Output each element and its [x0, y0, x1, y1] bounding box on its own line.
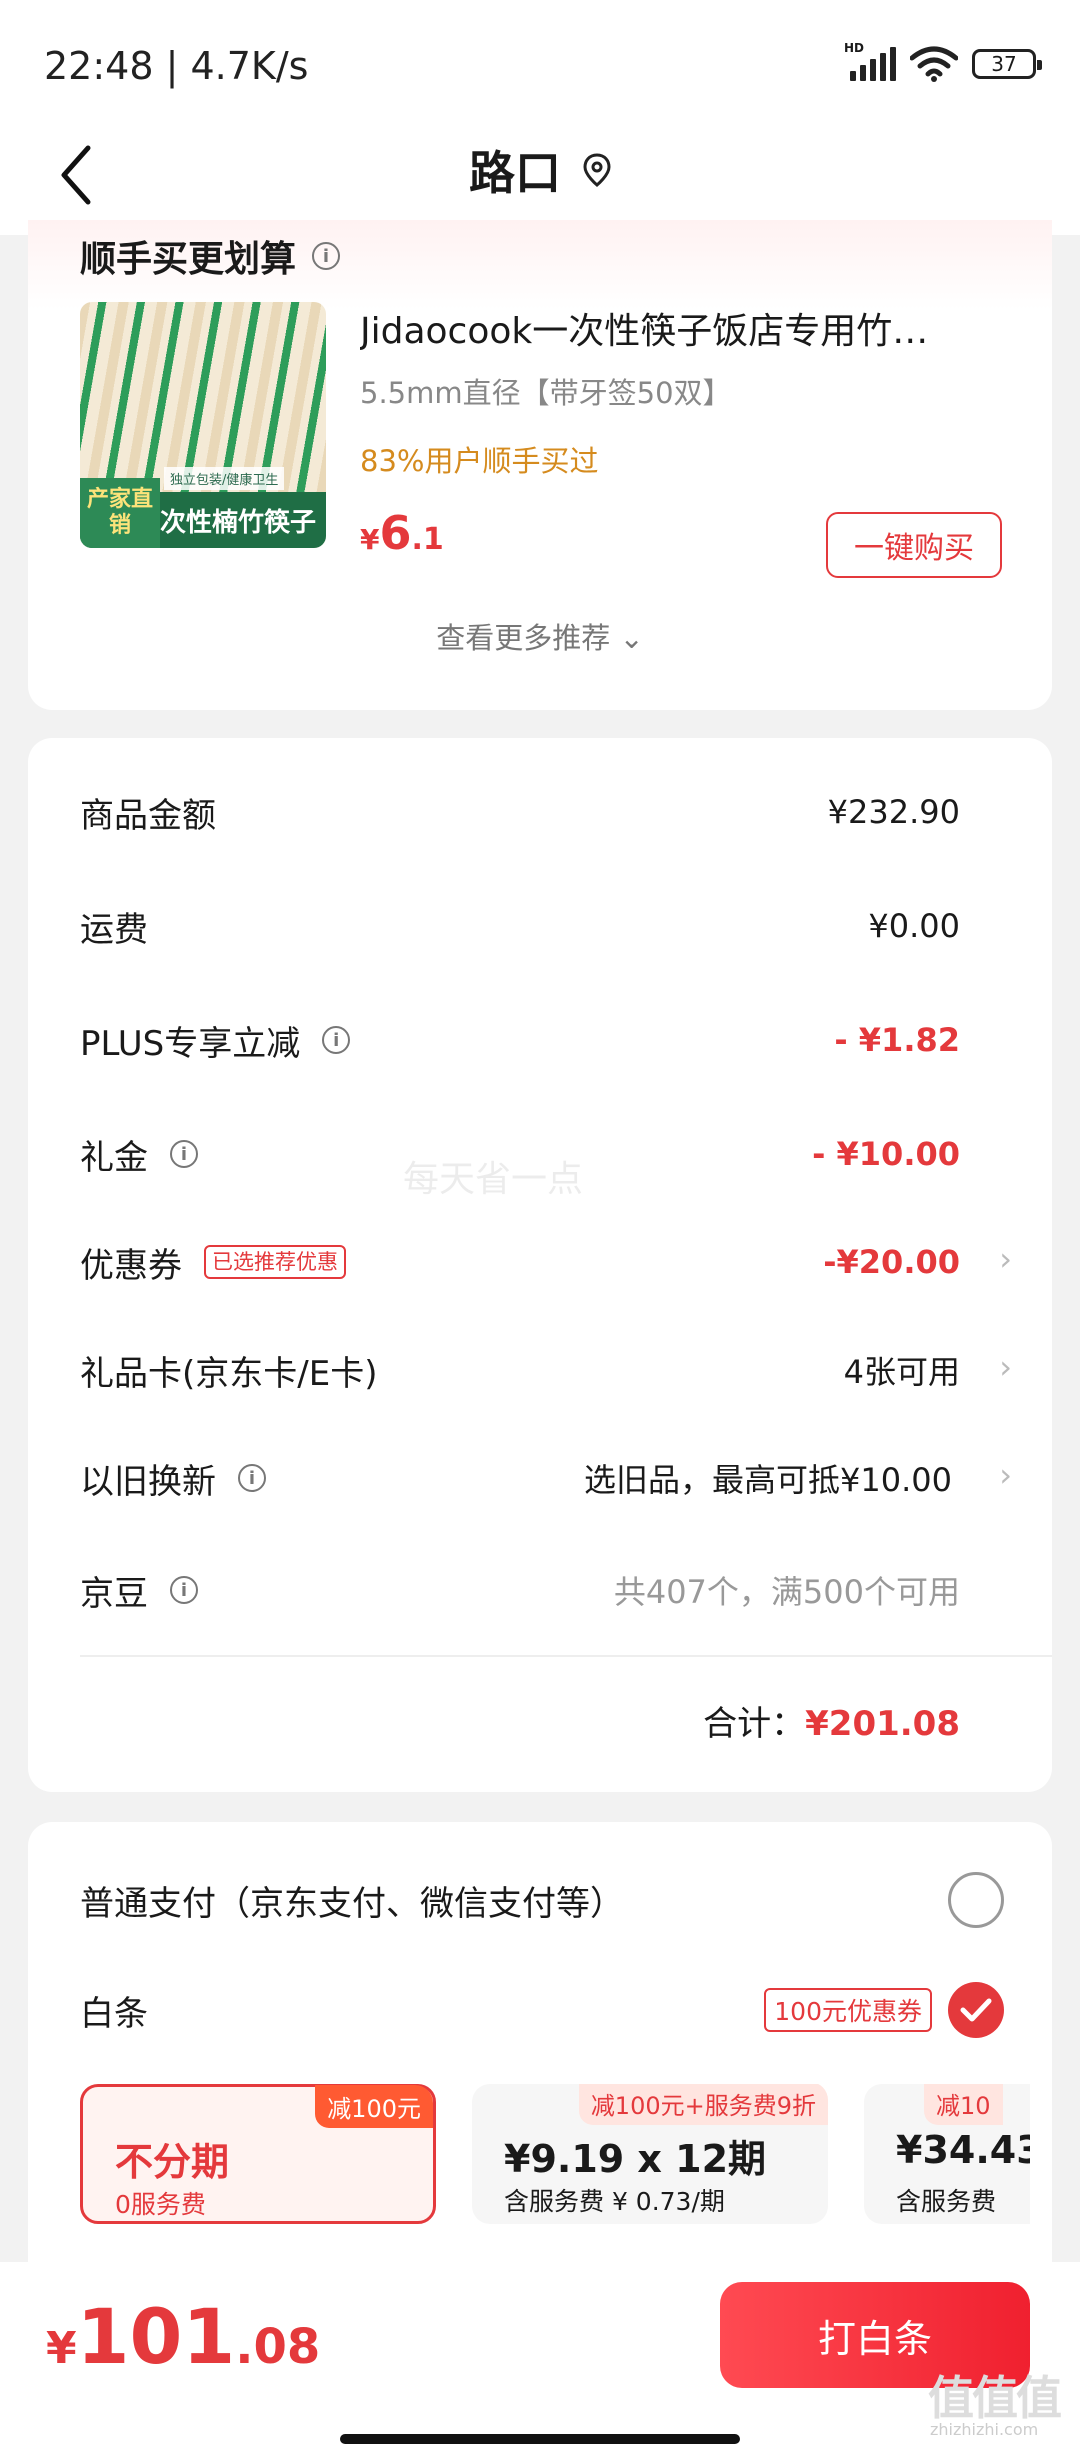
nav-title-group[interactable]: 路口 [0, 130, 1080, 210]
radio-unselected[interactable] [948, 1872, 1004, 1928]
price-decimal: .08 [235, 2319, 321, 2375]
row-label: 商品金额 [80, 795, 216, 836]
site-watermark-logo: 值值值 [928, 2371, 1062, 2425]
row-label: 优惠券 [80, 1245, 182, 1286]
row-value: 共407个，满500个可用 [613, 1573, 960, 1611]
row-value: 4张可用 [843, 1353, 960, 1391]
row-value: ¥0.00 [868, 907, 960, 945]
payment-method-card: 普通支付（京东支付、微信支付等） 白条 100元优惠券 减100元 不分期 0服… [28, 1822, 1052, 2292]
summary-row-trade-in[interactable]: 以旧换新 i 选旧品，最高可抵¥10.00 [80, 1448, 952, 1508]
row-label: 以旧换新 [80, 1461, 216, 1502]
summary-row-shipping: 运费 ¥0.00 [80, 896, 960, 956]
order-total: 合计： ¥201.08 [703, 1696, 960, 1745]
chevron-right-icon[interactable]: › [999, 1456, 1012, 1494]
recommend-heading: 顺手买更划算 i [80, 230, 341, 282]
row-value: -¥20.00 [823, 1243, 960, 1281]
battery-icon: 37 [972, 49, 1042, 79]
summary-row-plus-discount: PLUS专享立减 i - ¥1.82 [80, 1010, 960, 1070]
total-label: 合计： [703, 1704, 806, 1744]
summary-row-jd-beans: 京豆 i 共407个，满500个可用 [80, 1560, 960, 1620]
recommend-heading-text: 顺手买更划算 [80, 239, 297, 280]
total-value: ¥201.08 [805, 1704, 960, 1744]
row-value: ¥232.90 [827, 793, 960, 831]
info-icon[interactable]: i [170, 1140, 198, 1168]
plan-title: ¥34.43 [896, 2128, 1030, 2172]
status-time: 22:48 | 4.7K/s [44, 44, 309, 88]
plan-subtitle: 0服务费 [115, 2190, 206, 2219]
summary-row-goods-amount: 商品金额 ¥232.90 [80, 782, 960, 842]
checkout-price: ¥ 101 .08 [46, 2292, 320, 2381]
product-image[interactable]: 独立包装/健康卫生 一次性楠竹筷子 产家直销 [80, 302, 326, 548]
info-icon[interactable]: i [170, 1576, 198, 1604]
installment-plan-card[interactable]: 减10 ¥34.43 含服务费 [864, 2084, 1030, 2224]
product-image-subtext: 独立包装/健康卫生 [164, 467, 285, 490]
product-spec: 5.5mm直径【带牙签50双】 [360, 376, 732, 410]
row-label: 运费 [80, 909, 148, 950]
see-more-recommendations-link[interactable]: 查看更多推荐 ⌄ [28, 615, 1052, 657]
installment-plan-card[interactable]: 减100元+服务费9折 ¥9.19 x 12期 含服务费 ¥ 0.73/期 [472, 2084, 828, 2224]
home-indicator[interactable] [340, 2434, 740, 2444]
row-value: - ¥1.82 [834, 1021, 960, 1059]
chevron-right-icon[interactable]: › [999, 1240, 1012, 1278]
divider [80, 1655, 1052, 1657]
installment-plan-card[interactable]: 减100元 不分期 0服务费 [80, 2084, 436, 2224]
status-icons: HD 37 [844, 41, 1042, 82]
payment-option-label: 白条 [80, 1993, 148, 2034]
row-label: PLUS专享立减 [80, 1023, 301, 1064]
price-decimal: .1 [411, 522, 444, 557]
payment-option-normal[interactable]: 普通支付（京东支付、微信支付等） [80, 1870, 1004, 1930]
row-value: - ¥10.00 [812, 1135, 960, 1173]
cellular-signal-icon: HD [844, 41, 896, 81]
price-integer: 6 [379, 506, 412, 560]
info-icon[interactable]: i [238, 1464, 266, 1492]
summary-row-coupon[interactable]: 优惠券 已选推荐优惠 -¥20.00 [80, 1232, 960, 1292]
page-title: 路口 [469, 146, 561, 200]
price-integer: 101 [76, 2292, 236, 2381]
plan-title: ¥9.19 x 12期 [504, 2137, 767, 2181]
order-summary-card: 每天省一点 商品金额 ¥232.90 运费 ¥0.00 PLUS专享立减 i -… [28, 738, 1052, 1792]
plan-subtitle: 含服务费 ¥ 0.73/期 [504, 2187, 725, 2216]
installment-plans: 减100元 不分期 0服务费 减100元+服务费9折 ¥9.19 x 12期 含… [80, 2084, 1030, 2224]
product-name[interactable]: Jidaocook一次性筷子饭店专用竹… [360, 302, 1000, 354]
row-label: 京豆 [80, 1573, 148, 1614]
location-pin-icon [583, 153, 611, 187]
product-price: ¥ 6 .1 [360, 506, 444, 560]
plan-subtitle: 含服务费 [896, 2187, 997, 2216]
recommend-card: 顺手买更划算 i 独立包装/健康卫生 一次性楠竹筷子 产家直销 Jidaocoo… [28, 220, 1052, 710]
baitiao-coupon-tag: 100元优惠券 [764, 1988, 932, 2032]
site-watermark-url: zhizhizhi.com [930, 2420, 1039, 2439]
plan-discount-ribbon: 减100元+服务费9折 [578, 2084, 828, 2125]
payment-option-baitiao[interactable]: 白条 100元优惠券 [80, 1980, 1004, 2040]
status-bar: 22:48 | 4.7K/s HD 37 [0, 0, 1080, 130]
row-value: 选旧品，最高可抵¥10.00 [584, 1461, 952, 1499]
product-purchase-stat: 83%用户顺手买过 [360, 444, 599, 478]
plan-discount-ribbon: 减100元 [315, 2085, 433, 2128]
coupon-selected-badge: 已选推荐优惠 [204, 1245, 346, 1279]
check-selected-icon[interactable] [948, 1982, 1004, 2038]
bottom-checkout-bar: ¥ 101 .08 打白条 值值值 zhizhizhi.com [0, 2262, 1080, 2460]
wifi-icon [910, 46, 958, 82]
plan-title: 不分期 [115, 2140, 230, 2184]
one-click-buy-button[interactable]: 一键购买 [826, 512, 1002, 578]
summary-row-gift-card[interactable]: 礼品卡(京东卡/E卡) 4张可用 [80, 1340, 960, 1400]
row-label: 礼品卡(京东卡/E卡) [80, 1353, 378, 1394]
hd-label: HD [844, 41, 865, 55]
price-symbol: ¥ [360, 523, 380, 556]
product-image-tag: 产家直销 [80, 478, 160, 548]
chevron-right-icon[interactable]: › [999, 1348, 1012, 1386]
info-icon[interactable]: i [322, 1026, 351, 1054]
summary-row-gift-cash: 礼金 i - ¥10.00 [80, 1124, 960, 1184]
payment-option-label: 普通支付（京东支付、微信支付等） [80, 1883, 624, 1924]
info-icon[interactable]: i [312, 242, 341, 270]
battery-level: 37 [991, 52, 1017, 76]
row-label: 礼金 [80, 1137, 148, 1178]
price-symbol: ¥ [46, 2323, 77, 2374]
plan-discount-ribbon: 减10 [924, 2084, 1003, 2125]
